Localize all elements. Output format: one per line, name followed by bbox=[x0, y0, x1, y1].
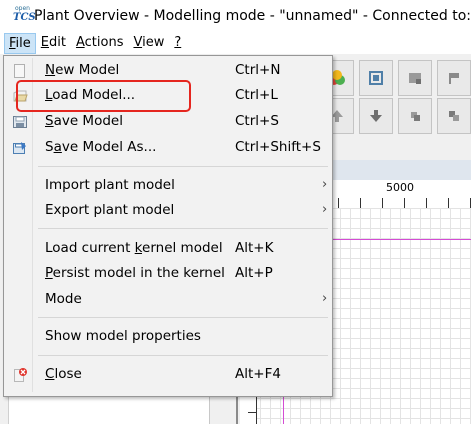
layers-icon bbox=[411, 112, 420, 121]
ruler-tick bbox=[448, 198, 449, 208]
menu-edit[interactable]: Edit bbox=[36, 33, 71, 53]
menu-item-label: Import plant model bbox=[45, 177, 175, 193]
menu-edit-label: dit bbox=[49, 35, 66, 50]
arrow-down-icon bbox=[370, 110, 382, 122]
menu-separator bbox=[38, 228, 328, 229]
toolbar-row-1 bbox=[320, 60, 471, 100]
menu-separator bbox=[38, 166, 328, 167]
vertical-ruler-tick bbox=[248, 412, 256, 413]
submenu-arrow-icon: › bbox=[322, 202, 328, 217]
save-as-icon bbox=[12, 140, 28, 156]
opentcs-logo: open TCS bbox=[13, 5, 36, 27]
menu-item-label: Save Model As... bbox=[45, 139, 157, 155]
submenu-arrow-icon: › bbox=[322, 177, 328, 192]
menu-actions[interactable]: Actions bbox=[71, 33, 129, 53]
grid-icon bbox=[409, 73, 421, 84]
menu-file[interactable]: File bbox=[4, 32, 36, 54]
menu-item-label: New Model bbox=[45, 62, 120, 78]
ruler-tick bbox=[382, 198, 383, 208]
menu-item-label: Export plant model bbox=[45, 202, 175, 218]
new-model-icon bbox=[12, 63, 28, 79]
app-window: open TCS Plant Overview - Modelling mode… bbox=[0, 0, 471, 424]
menu-help[interactable]: ? bbox=[169, 33, 186, 53]
menu-view[interactable]: View bbox=[128, 33, 169, 53]
menu-item-new-model[interactable]: New Model Ctrl+N bbox=[6, 60, 329, 82]
ruler-tick bbox=[360, 198, 361, 208]
menu-item-save-model[interactable]: Save Model Ctrl+S bbox=[6, 111, 329, 133]
menu-item-label: Mode bbox=[45, 291, 82, 307]
menu-edit-mnemonic: E bbox=[40, 35, 49, 50]
save-model-icon bbox=[12, 114, 28, 130]
menu-item-load-kernel-model[interactable]: Load current kernel model Alt+K bbox=[6, 238, 329, 260]
menu-item-mode[interactable]: Mode › bbox=[6, 289, 329, 311]
menu-actions-mnemonic: A bbox=[75, 35, 85, 50]
move-down-button[interactable] bbox=[359, 98, 393, 134]
toolbar-disabled-button-1[interactable] bbox=[398, 60, 432, 96]
menu-item-export-plant-model[interactable]: Export plant model › bbox=[6, 200, 329, 222]
submenu-arrow-icon: › bbox=[322, 291, 328, 306]
menu-file-label: ile bbox=[15, 35, 31, 51]
menu-view-label: iew bbox=[142, 35, 165, 50]
toolbar-window-button[interactable] bbox=[359, 60, 393, 96]
menu-item-label: Show model properties bbox=[45, 328, 201, 344]
menu-item-shortcut: Alt+K bbox=[235, 240, 274, 256]
menu-item-label: Load current kernel model bbox=[45, 240, 223, 256]
toolbar-disabled-button-3[interactable] bbox=[398, 98, 432, 134]
menu-item-shortcut: Alt+F4 bbox=[235, 366, 281, 382]
window-icon bbox=[369, 71, 383, 85]
load-model-highlight-box bbox=[16, 80, 191, 112]
menu-item-shortcut: Ctrl+N bbox=[235, 62, 281, 78]
ruler-tick bbox=[404, 198, 405, 208]
ruler-tick bbox=[338, 198, 339, 208]
menu-view-mnemonic: V bbox=[133, 35, 143, 50]
ruler-tick bbox=[426, 198, 427, 208]
toolbar-row-2 bbox=[320, 98, 471, 138]
menu-item-show-model-properties[interactable]: Show model properties bbox=[6, 326, 329, 348]
menu-item-label: Save Model bbox=[45, 113, 123, 129]
flag-icon bbox=[449, 73, 459, 84]
logo-main-text: TCS bbox=[13, 12, 36, 23]
menu-item-persist-model[interactable]: Persist model in the kernel Alt+P bbox=[6, 263, 329, 285]
menu-item-shortcut: Ctrl+L bbox=[235, 87, 278, 103]
menu-separator bbox=[38, 317, 328, 318]
ruler-label: 5000 bbox=[386, 181, 414, 194]
menu-item-shortcut: Ctrl+Shift+S bbox=[235, 139, 321, 155]
menu-actions-label: ctions bbox=[84, 35, 124, 50]
window-title: Plant Overview - Modelling mode - "unnam… bbox=[33, 8, 471, 24]
toolbar-disabled-button-2[interactable] bbox=[437, 60, 471, 96]
menu-separator bbox=[38, 355, 328, 356]
menu-item-label: Persist model in the kernel bbox=[45, 265, 225, 281]
menu-item-import-plant-model[interactable]: Import plant model › bbox=[6, 175, 329, 197]
menu-item-save-model-as[interactable]: Save Model As... Ctrl+Shift+S bbox=[6, 137, 329, 159]
close-icon bbox=[12, 367, 28, 383]
menu-item-shortcut: Alt+P bbox=[235, 265, 273, 281]
menu-bar: File Edit Actions View ? bbox=[0, 32, 471, 54]
menu-help-mnemonic: ? bbox=[174, 35, 182, 50]
menu-item-shortcut: Ctrl+S bbox=[235, 113, 279, 129]
menu-item-label: Close bbox=[45, 366, 82, 382]
menu-item-close[interactable]: Close Alt+F4 bbox=[6, 364, 329, 386]
layers-back-icon bbox=[449, 111, 459, 121]
title-bar: open TCS Plant Overview - Modelling mode… bbox=[0, 0, 471, 32]
toolbar-disabled-button-4[interactable] bbox=[437, 98, 471, 134]
logo-small-text: open bbox=[15, 5, 30, 12]
